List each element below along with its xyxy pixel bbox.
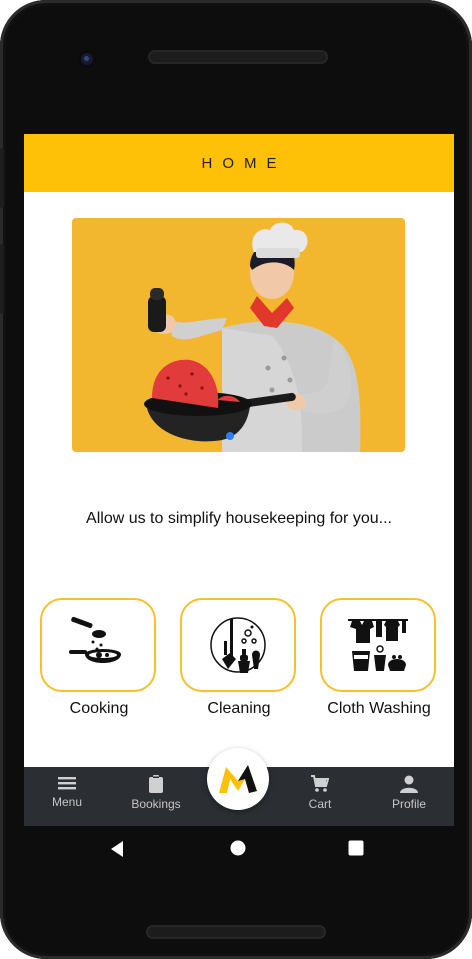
page-title: HOME — [201, 154, 287, 172]
laundry-icon — [348, 619, 408, 671]
nav-item-menu[interactable]: Menu — [32, 775, 102, 809]
menu-icon — [58, 777, 76, 790]
volume-button — [0, 148, 4, 208]
app-logo-icon — [219, 765, 257, 793]
app-screen: HOME Allow us to simplify housekeeping f… — [24, 134, 454, 826]
chef-cooking-illustration — [72, 218, 405, 452]
service-label: Cloth Washing — [327, 700, 431, 717]
clipboard-icon — [149, 775, 163, 793]
recents-icon[interactable] — [348, 840, 364, 856]
home-icon[interactable] — [230, 840, 246, 856]
nav-label: Bookings — [131, 797, 181, 811]
earpiece-speaker — [148, 50, 328, 64]
app-bar: HOME — [24, 134, 454, 192]
nav-item-cart[interactable]: Cart — [285, 775, 355, 811]
profile-icon — [400, 775, 418, 793]
cart-icon — [311, 775, 329, 792]
service-label: Cleaning — [207, 700, 271, 717]
tagline: Allow us to simplify housekeeping for yo… — [86, 510, 392, 527]
back-icon[interactable] — [110, 840, 124, 858]
service-card-cloth-washing[interactable] — [320, 598, 436, 692]
nav-item-profile[interactable]: Profile — [374, 775, 444, 811]
nav-label: Menu — [51, 795, 83, 809]
nav-label: Profile — [391, 797, 426, 811]
service-label: Cooking — [69, 700, 129, 717]
front-camera — [78, 50, 96, 68]
nav-item-bookings[interactable]: Bookings — [121, 775, 191, 811]
cooking-pan-icon — [69, 616, 121, 663]
service-cloth-washing[interactable]: Cloth Washing — [320, 598, 438, 718]
service-cleaning[interactable]: Cleaning — [180, 598, 298, 718]
nav-label: Cart — [308, 797, 332, 811]
service-card-cleaning[interactable] — [180, 598, 296, 692]
services-row: Cooking Cleaning Cloth Washing — [24, 598, 454, 728]
service-cooking[interactable]: Cooking — [40, 598, 158, 718]
cleaning-tools-icon — [210, 617, 266, 673]
power-button — [0, 244, 4, 314]
bottom-speaker — [146, 925, 326, 939]
home-fab-button[interactable] — [207, 748, 269, 810]
system-navigation-bar — [24, 826, 454, 874]
service-card-cooking[interactable] — [40, 598, 156, 692]
